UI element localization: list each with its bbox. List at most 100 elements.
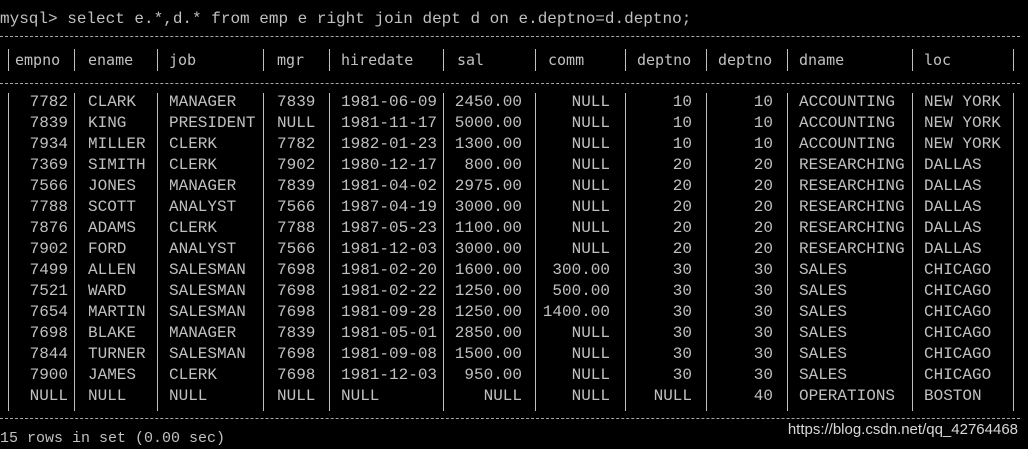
table-cell-dname: RESEARCHING xyxy=(799,218,905,237)
table-cell-loc: CHICAGO xyxy=(924,260,992,279)
table-cell-deptno: 10 xyxy=(753,113,773,132)
table-cell-sal: 1500.00 xyxy=(454,344,522,363)
table-cell-mgr: NULL xyxy=(277,113,316,132)
table-cell-hiredate: NULL xyxy=(341,386,380,405)
table-cell-job: CLERK xyxy=(169,218,218,237)
table-cell-deptno: 20 xyxy=(753,218,773,237)
column-divider xyxy=(535,93,536,411)
table-cell-mgr: NULL xyxy=(277,386,316,405)
table-cell-sal: 1600.00 xyxy=(454,260,522,279)
table-cell-deptno: 30 xyxy=(753,302,773,321)
table-cell-hiredate: 1981-02-20 xyxy=(341,260,438,279)
table-cell-job: PRESIDENT xyxy=(169,113,256,132)
table-cell-empno: 7876 xyxy=(29,218,68,237)
table-cell-loc: DALLAS xyxy=(924,218,982,237)
terminal-window[interactable]: mysql> select e.*,d.* from emp e right j… xyxy=(0,0,1028,449)
table-cell-deptno: 30 xyxy=(672,302,692,321)
table-cell-empno: 7844 xyxy=(29,344,68,363)
table-cell-ename: KING xyxy=(88,113,127,132)
table-cell-hiredate: 1981-04-02 xyxy=(341,176,438,195)
table-cell-dname: RESEARCHING xyxy=(799,155,905,174)
table-cell-dname: SALES xyxy=(799,344,848,363)
table-cell-deptno: 20 xyxy=(753,155,773,174)
column-divider xyxy=(912,93,913,411)
table-cell-hiredate: 1987-05-23 xyxy=(341,218,438,237)
table-cell-ename: TURNER xyxy=(88,344,146,363)
table-cell-comm: NULL xyxy=(571,197,610,216)
table-cell-ename: WARD xyxy=(88,281,127,300)
table-cell-dname: SALES xyxy=(799,281,848,300)
table-cell-comm: 300.00 xyxy=(552,260,610,279)
table-cell-mgr: 7839 xyxy=(277,176,316,195)
table-cell-hiredate: 1981-06-09 xyxy=(341,93,438,111)
column-divider xyxy=(625,93,626,411)
table-cell-loc: CHICAGO xyxy=(924,302,992,321)
table-cell-deptno: 20 xyxy=(672,176,692,195)
table-cell-job: CLERK xyxy=(169,155,218,174)
table-cell-job: MANAGER xyxy=(169,176,237,195)
column-header-dname: dname xyxy=(799,51,845,69)
table-cell-comm: 1400.00 xyxy=(542,302,610,321)
table-cell-job: MANAGER xyxy=(169,323,237,342)
table-cell-comm: NULL xyxy=(571,113,610,132)
table-cell-mgr: 7788 xyxy=(277,218,316,237)
table-border-bottom xyxy=(0,418,1020,419)
table-cell-sal: 950.00 xyxy=(464,365,522,384)
table-cell-empno: 7369 xyxy=(29,155,68,174)
column-divider xyxy=(8,49,9,71)
column-divider xyxy=(329,93,330,411)
column-header-job: job xyxy=(169,51,197,69)
column-header-empno: empno xyxy=(15,51,61,69)
table-cell-deptno: 30 xyxy=(753,365,773,384)
table-cell-comm: NULL xyxy=(571,344,610,363)
table-cell-loc: CHICAGO xyxy=(924,323,992,342)
table-cell-hiredate: 1981-12-03 xyxy=(341,239,438,258)
table-cell-comm: NULL xyxy=(571,218,610,237)
table-cell-ename: JONES xyxy=(88,176,137,195)
watermark: https://blog.csdn.net/qq_42764468 xyxy=(787,421,1018,438)
table-cell-comm: NULL xyxy=(571,386,610,405)
table-cell-comm: NULL xyxy=(571,365,610,384)
table-cell-sal: 1100.00 xyxy=(454,218,522,237)
table-cell-hiredate: 1981-11-17 xyxy=(341,113,438,132)
table-cell-deptno: 30 xyxy=(753,323,773,342)
table-cell-deptno: 20 xyxy=(672,155,692,174)
table-cell-empno: 7782 xyxy=(29,93,68,111)
table-cell-hiredate: 1981-09-28 xyxy=(341,302,438,321)
table-cell-ename: CLARK xyxy=(88,93,137,111)
table-cell-deptno: 10 xyxy=(672,113,692,132)
column-divider xyxy=(157,93,158,411)
table-cell-job: SALESMAN xyxy=(169,281,246,300)
table-cell-loc: DALLAS xyxy=(924,176,982,195)
table-cell-dname: ACCOUNTING xyxy=(799,134,896,153)
table-cell-mgr: 7698 xyxy=(277,281,316,300)
table-cell-loc: CHICAGO xyxy=(924,365,992,384)
table-cell-dname: SALES xyxy=(799,260,848,279)
table-cell-sal: 3000.00 xyxy=(454,239,522,258)
table-cell-deptno: 10 xyxy=(753,134,773,153)
table-cell-sal: 800.00 xyxy=(464,155,522,174)
table-cell-empno: 7566 xyxy=(29,176,68,195)
table-cell-hiredate: 1981-12-03 xyxy=(341,365,438,384)
table-cell-deptno: NULL xyxy=(653,386,692,405)
table-cell-dname: SALES xyxy=(799,323,848,342)
table-cell-mgr: 7902 xyxy=(277,155,316,174)
table-cell-comm: NULL xyxy=(571,176,610,195)
table-cell-dname: ACCOUNTING xyxy=(799,113,896,132)
table-cell-dname: SALES xyxy=(799,365,848,384)
sql-command: mysql> select e.*,d.* from emp e right j… xyxy=(0,10,692,28)
table-cell-comm: NULL xyxy=(571,93,610,111)
table-cell-job: SALESMAN xyxy=(169,302,246,321)
table-cell-empno: 7902 xyxy=(29,239,68,258)
table-cell-deptno: 20 xyxy=(753,176,773,195)
table-cell-deptno: 20 xyxy=(672,218,692,237)
table-cell-mgr: 7566 xyxy=(277,197,316,216)
table-cell-sal: NULL xyxy=(483,386,522,405)
table-cell-ename: FORD xyxy=(88,239,127,258)
column-header-ename: ename xyxy=(88,51,134,69)
column-header-deptno: deptno xyxy=(718,51,773,69)
table-cell-empno: 7934 xyxy=(29,134,68,153)
table-cell-loc: NEW YORK xyxy=(924,93,1001,111)
table-cell-dname: OPERATIONS xyxy=(799,386,896,405)
table-cell-mgr: 7698 xyxy=(277,260,316,279)
